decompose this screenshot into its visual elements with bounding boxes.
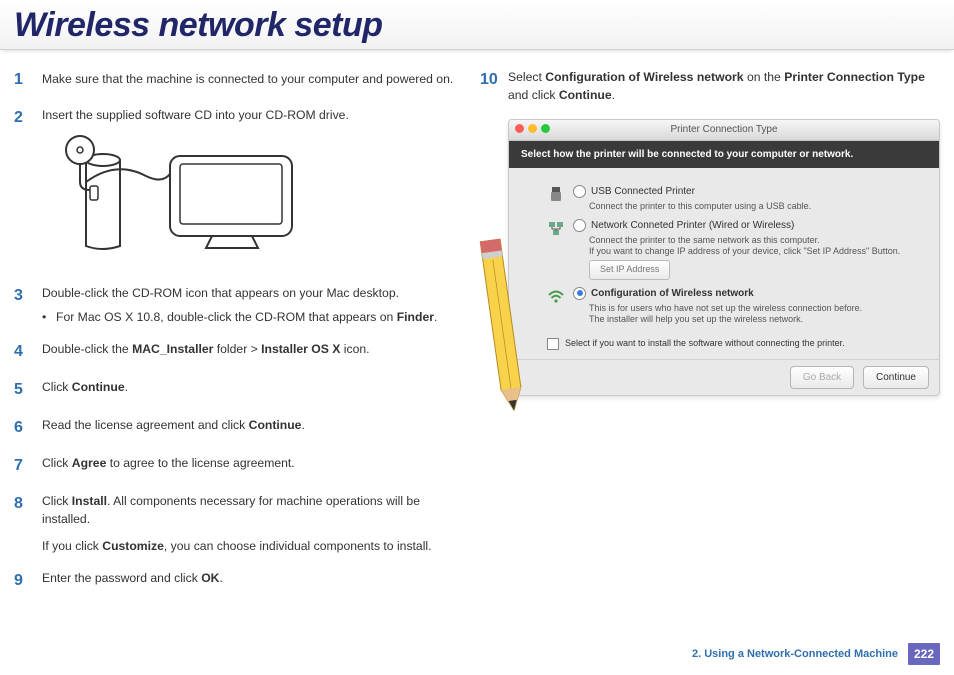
- step-number: 6: [14, 416, 42, 440]
- step-5: 5 Click Continue.: [14, 378, 456, 402]
- step-bullet: For Mac OS X 10.8, double-click the CD-R…: [42, 308, 456, 326]
- step-number: 2: [14, 106, 42, 270]
- step-10: 10 Select Configuration of Wireless netw…: [480, 68, 940, 105]
- option-label: Configuration of Wireless network: [591, 286, 754, 301]
- wifi-icon: [547, 287, 565, 305]
- option-label: USB Connected Printer: [591, 184, 695, 199]
- step-text: Double-click the CD-ROM icon that appear…: [42, 284, 456, 302]
- chapter-label: 2. Using a Network-Connected Machine: [692, 648, 898, 660]
- step-text: Click Continue.: [42, 378, 456, 402]
- option-usb[interactable]: USB Connected Printer Connect the printe…: [547, 184, 927, 212]
- minimize-icon[interactable]: [528, 124, 537, 133]
- dialog-footer: Go Back Continue: [509, 359, 939, 395]
- step-number: 8: [14, 492, 42, 555]
- dialog-body: USB Connected Printer Connect the printe…: [509, 168, 939, 359]
- step-text-extra: If you click Customize, you can choose i…: [42, 537, 456, 555]
- step-number: 9: [14, 569, 42, 593]
- step-body: Double-click the CD-ROM icon that appear…: [42, 284, 456, 327]
- cd-drive-illustration: [42, 126, 302, 258]
- step-2: 2 Insert the supplied software CD into y…: [14, 106, 456, 270]
- step-text: Enter the password and click OK.: [42, 569, 456, 593]
- dialog-titlebar: Printer Connection Type: [509, 120, 939, 141]
- step-number: 10: [480, 68, 508, 105]
- close-icon[interactable]: [515, 124, 524, 133]
- step-9: 9 Enter the password and click OK.: [14, 569, 456, 593]
- step-8: 8 Click Install. All components necessar…: [14, 492, 456, 555]
- page-footer: 2. Using a Network-Connected Machine 222: [692, 643, 940, 665]
- step-body: Insert the supplied software CD into you…: [42, 106, 456, 270]
- option-desc: This is for users who have not set up th…: [589, 303, 927, 326]
- step-1: 1 Make sure that the machine is connecte…: [14, 68, 456, 92]
- dialog-heading: Select how the printer will be connected…: [509, 141, 939, 168]
- option-wireless[interactable]: Configuration of Wireless network This i…: [547, 286, 927, 326]
- step-body: Click Install. All components necessary …: [42, 492, 456, 555]
- content-columns: 1 Make sure that the machine is connecte…: [0, 50, 954, 617]
- step-text: Insert the supplied software CD into you…: [42, 106, 456, 124]
- option-network[interactable]: Network Conneted Printer (Wired or Wirel…: [547, 218, 927, 280]
- network-icon: [547, 219, 565, 237]
- page-title-bar: Wireless network setup: [0, 0, 954, 50]
- option-label: Network Conneted Printer (Wired or Wirel…: [591, 218, 794, 233]
- step-number: 7: [14, 454, 42, 478]
- option-desc: Connect the printer to this computer usi…: [589, 201, 927, 212]
- checkbox-label: Select if you want to install the softwa…: [565, 337, 845, 351]
- page-number: 222: [908, 643, 940, 665]
- radio-usb[interactable]: [573, 185, 586, 198]
- step-text: Click Agree to agree to the license agre…: [42, 454, 456, 478]
- step-7: 7 Click Agree to agree to the license ag…: [14, 454, 456, 478]
- step-text: Read the license agreement and click Con…: [42, 416, 456, 440]
- checkbox-no-connect[interactable]: [547, 338, 559, 350]
- right-column: 10 Select Configuration of Wireless netw…: [480, 68, 940, 607]
- install-without-connect-row[interactable]: Select if you want to install the softwa…: [547, 337, 927, 351]
- step-6: 6 Read the license agreement and click C…: [14, 416, 456, 440]
- window-traffic-lights[interactable]: [515, 124, 550, 133]
- step-text: Double-click the MAC_Installer folder > …: [42, 340, 456, 364]
- continue-button[interactable]: Continue: [863, 366, 929, 389]
- radio-wireless[interactable]: [573, 287, 586, 300]
- step-3: 3 Double-click the CD-ROM icon that appe…: [14, 284, 456, 327]
- step-number: 1: [14, 68, 42, 92]
- step-text: Make sure that the machine is connected …: [42, 68, 456, 92]
- dialog-title: Printer Connection Type: [670, 124, 777, 135]
- option-desc: Connect the printer to the same network …: [589, 235, 927, 258]
- step-number: 5: [14, 378, 42, 402]
- zoom-icon[interactable]: [541, 124, 550, 133]
- step-text: Click Install. All components necessary …: [42, 492, 456, 529]
- step-number: 4: [14, 340, 42, 364]
- page-title: Wireless network setup: [14, 6, 940, 45]
- left-column: 1 Make sure that the machine is connecte…: [14, 68, 456, 607]
- radio-network[interactable]: [573, 219, 586, 232]
- bullet-text: For Mac OS X 10.8, double-click the CD-R…: [56, 308, 437, 326]
- set-ip-button[interactable]: Set IP Address: [589, 260, 670, 280]
- usb-icon: [547, 185, 565, 203]
- printer-connection-dialog: Printer Connection Type Select how the p…: [508, 119, 940, 396]
- step-4: 4 Double-click the MAC_Installer folder …: [14, 340, 456, 364]
- step-number: 3: [14, 284, 42, 327]
- go-back-button[interactable]: Go Back: [790, 366, 854, 389]
- step-text: Select Configuration of Wireless network…: [508, 68, 940, 105]
